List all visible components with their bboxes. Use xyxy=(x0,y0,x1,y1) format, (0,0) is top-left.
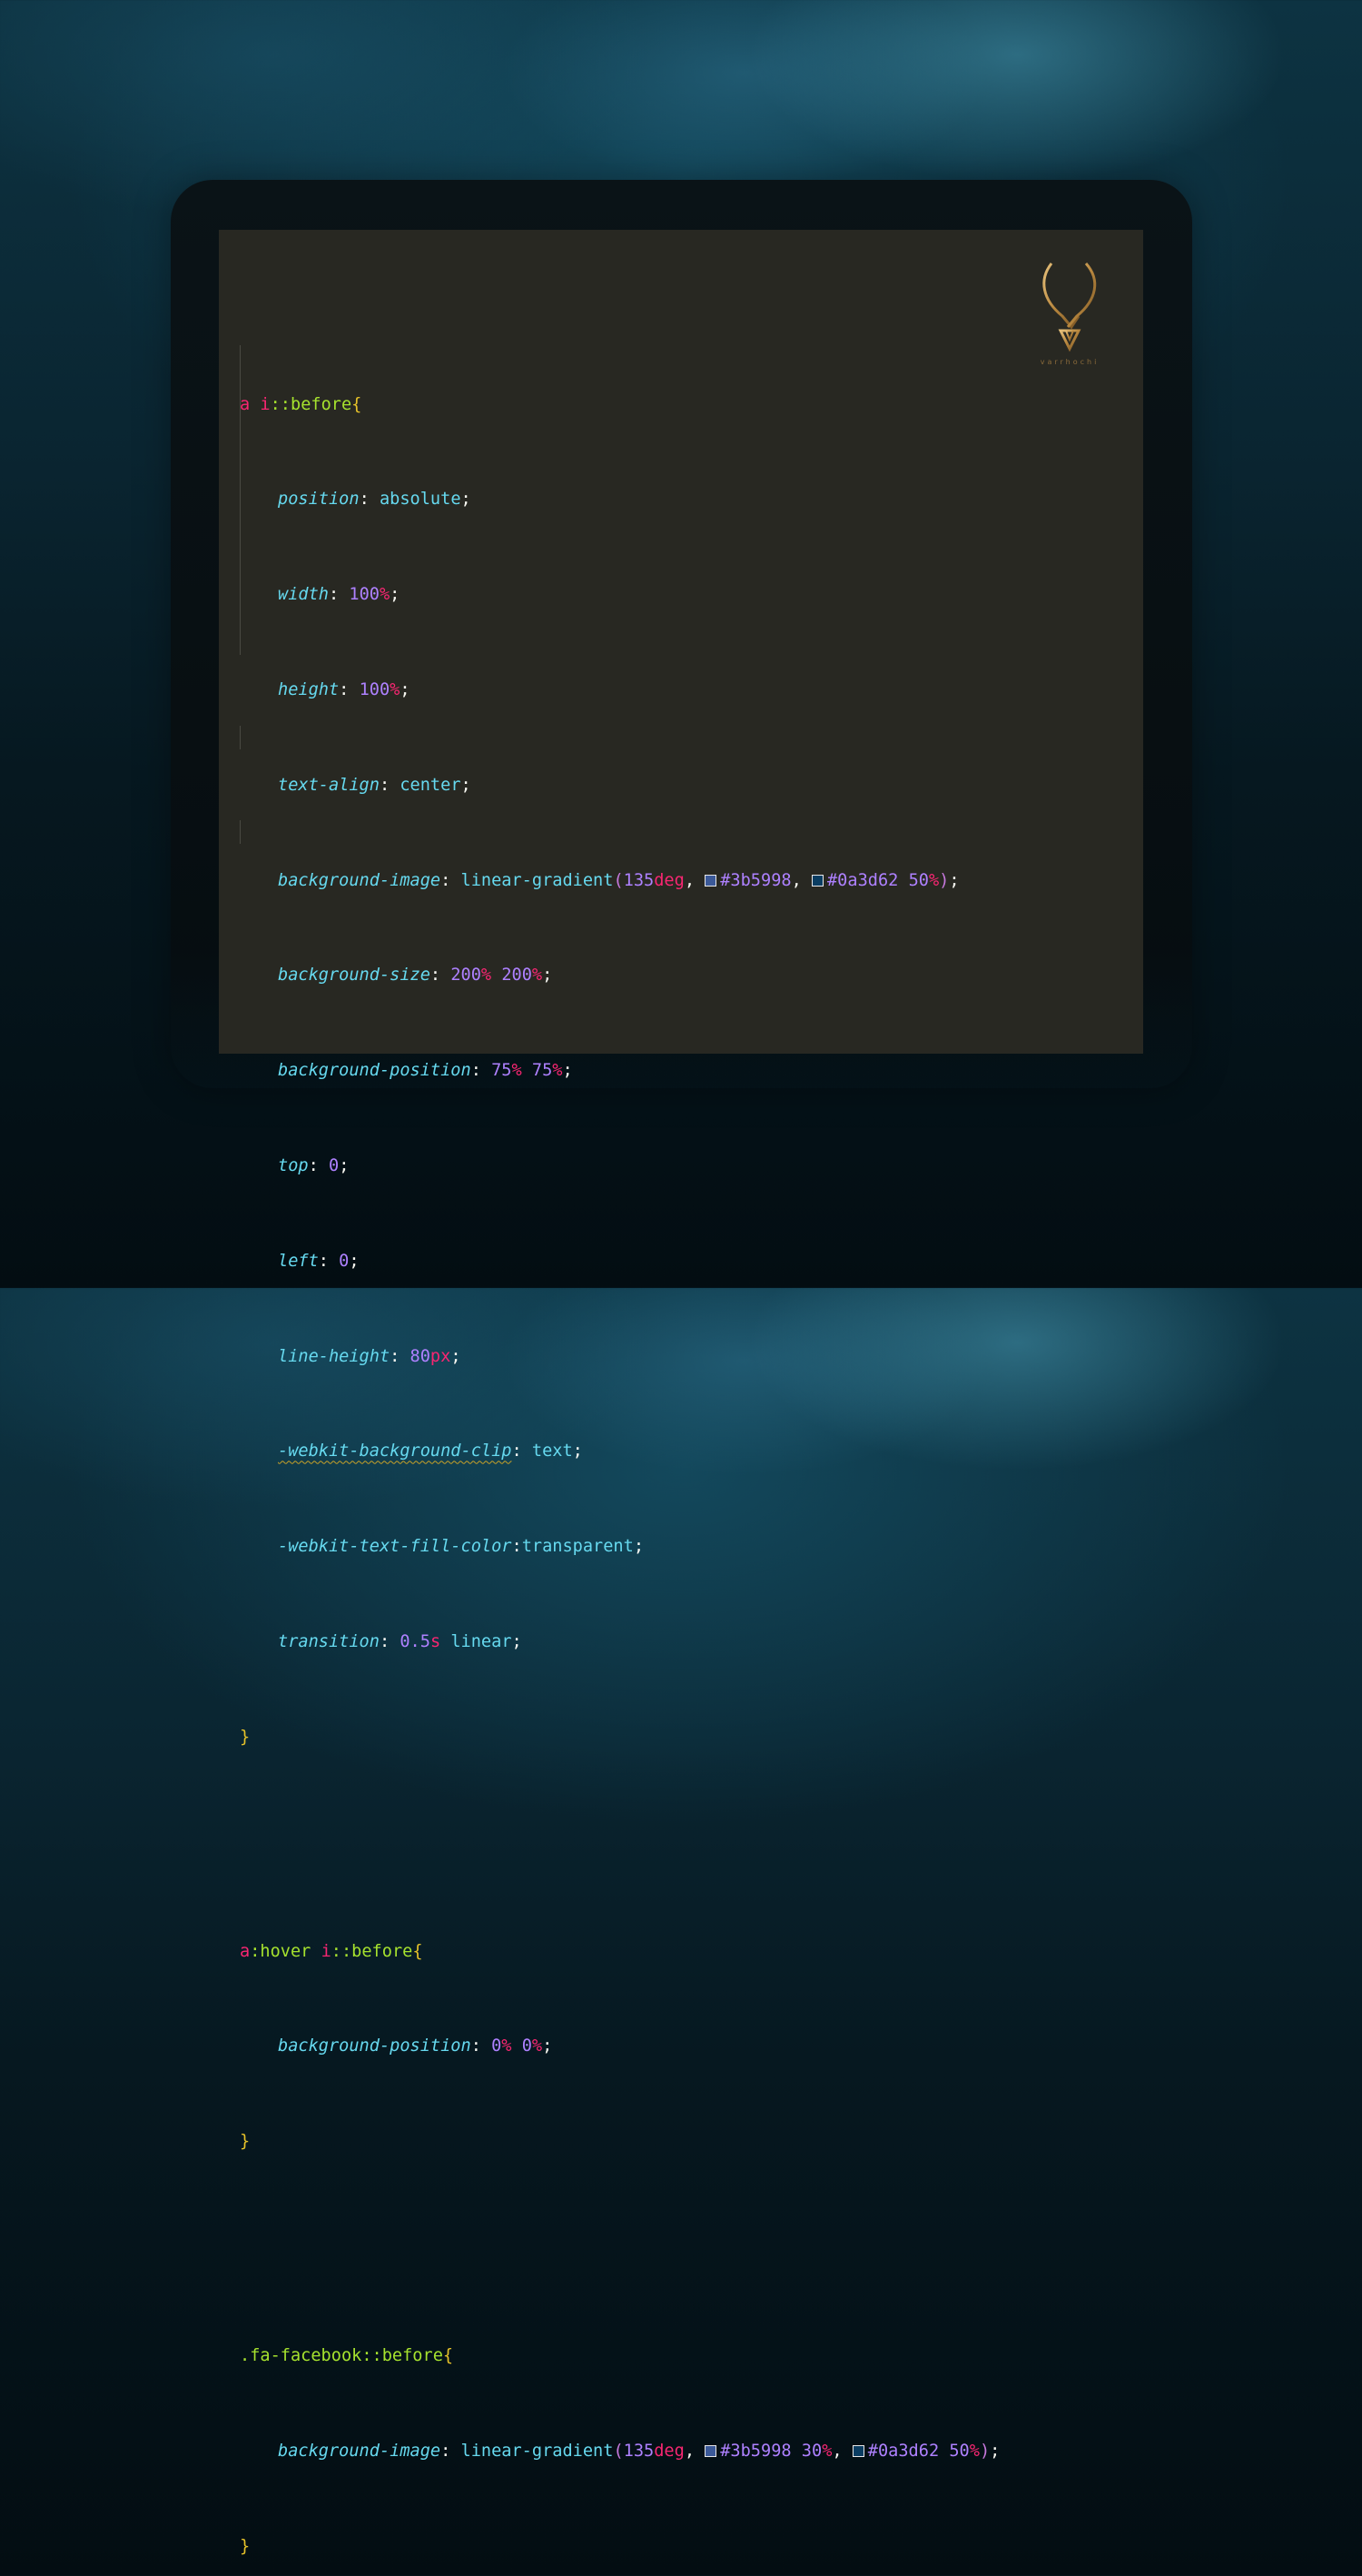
code-line: background-image: linear-gradient(135deg… xyxy=(278,870,960,890)
code-line-selector: a:hover i::before{ xyxy=(240,1941,423,1961)
code-line: background-position: 0% 0%; xyxy=(278,2036,553,2056)
code-line: height: 100%; xyxy=(278,680,410,699)
code-line: background-image: linear-gradient(135deg… xyxy=(278,2441,1001,2461)
color-swatch[interactable] xyxy=(811,874,824,887)
code-line-selector: a i::before{ xyxy=(240,394,362,414)
code-line: line-height: 80px; xyxy=(278,1346,461,1366)
horned-v-logo-icon xyxy=(1042,263,1097,352)
code-line-selector: .fa-facebook::before{ xyxy=(240,2345,454,2365)
code-line-close: } xyxy=(240,1727,251,1747)
logo-wordmark: varrhochi xyxy=(1040,358,1100,366)
code-line: text-align: center; xyxy=(278,775,471,795)
code-line-close: } xyxy=(240,2132,251,2152)
code-line: transition: 0.5s linear; xyxy=(278,1631,522,1651)
brand-logo: varrhochi xyxy=(1026,260,1113,369)
code-line: background-position: 75% 75%; xyxy=(278,1061,573,1081)
code-line: background-size: 200% 200%; xyxy=(278,966,553,986)
code-line: -webkit-text-fill-color:transparent; xyxy=(278,1537,645,1557)
color-swatch[interactable] xyxy=(705,874,717,887)
code-line-warning: -webkit-background-clip: text; xyxy=(278,1442,583,1461)
color-swatch[interactable] xyxy=(852,2444,864,2457)
code-line: position: absolute; xyxy=(278,490,471,510)
lint-warning-squiggle[interactable]: -webkit-background-clip xyxy=(278,1442,511,1461)
code-line: left: 0; xyxy=(278,1251,360,1271)
code-line: width: 100%; xyxy=(278,585,400,605)
code-line-close: } xyxy=(240,2536,251,2556)
color-swatch[interactable] xyxy=(705,2444,717,2457)
code-content: a i::before{ position: absolute; width: … xyxy=(240,322,1000,2576)
code-line: top: 0; xyxy=(278,1155,350,1175)
